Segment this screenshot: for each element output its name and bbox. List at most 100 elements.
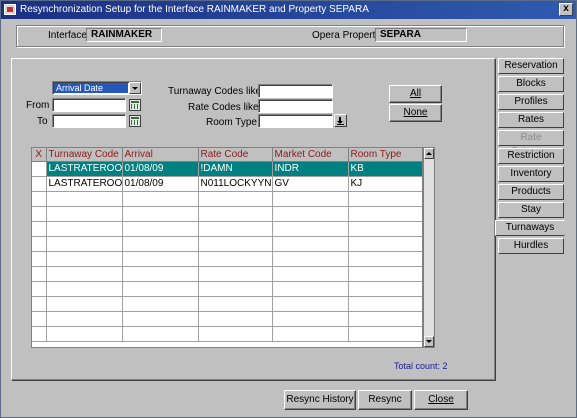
select-cell[interactable] xyxy=(32,236,47,252)
market-code-cell[interactable] xyxy=(272,296,349,312)
select-cell[interactable] xyxy=(32,221,47,237)
table-row[interactable] xyxy=(32,326,422,342)
room-type-cell[interactable] xyxy=(348,296,422,312)
table-row[interactable] xyxy=(32,296,422,312)
select-cell[interactable] xyxy=(32,281,47,297)
tab-inventory[interactable]: Inventory xyxy=(498,166,564,182)
turnaway-code-cell[interactable] xyxy=(46,251,123,267)
select-cell[interactable] xyxy=(32,266,47,282)
market-code-cell[interactable] xyxy=(272,266,349,282)
to-date-input[interactable] xyxy=(52,114,126,128)
grid-scrollbar[interactable] xyxy=(423,147,435,348)
arrival-cell[interactable] xyxy=(122,221,199,237)
market-code-cell[interactable] xyxy=(272,206,349,222)
table-row[interactable] xyxy=(32,206,422,222)
rate-code-cell[interactable] xyxy=(198,326,273,342)
room-type-cell[interactable] xyxy=(348,266,422,282)
arrival-cell[interactable] xyxy=(122,236,199,252)
arrival-cell[interactable] xyxy=(122,296,199,312)
room-type-cell[interactable]: KB xyxy=(348,161,422,177)
market-code-cell[interactable] xyxy=(272,281,349,297)
calendar-icon[interactable] xyxy=(129,99,141,111)
market-code-cell[interactable]: INDR xyxy=(272,161,349,177)
turnaway-code-cell[interactable] xyxy=(46,221,123,237)
turnaway-code-cell[interactable]: LASTRATEROOM xyxy=(46,176,123,192)
turnaway-code-cell[interactable] xyxy=(46,236,123,252)
market-code-cell[interactable]: GV xyxy=(272,176,349,192)
all-button[interactable]: All xyxy=(389,85,442,103)
date-type-select[interactable]: Arrival Date xyxy=(52,81,142,95)
arrival-cell[interactable] xyxy=(122,326,199,342)
room-type-cell[interactable] xyxy=(348,326,422,342)
select-cell[interactable] xyxy=(32,251,47,267)
arrival-cell[interactable] xyxy=(122,311,199,327)
column-header-turnaway-code[interactable]: Turnaway Code xyxy=(46,148,123,162)
rate-code-cell[interactable] xyxy=(198,221,273,237)
room-type-cell[interactable] xyxy=(348,191,422,207)
column-header-market-code[interactable]: Market Code xyxy=(272,148,349,162)
rate-code-cell[interactable] xyxy=(198,281,273,297)
select-cell[interactable] xyxy=(32,311,47,327)
arrival-cell[interactable] xyxy=(122,266,199,282)
tab-hurdles[interactable]: Hurdles xyxy=(498,238,564,254)
table-row[interactable] xyxy=(32,221,422,237)
select-cell[interactable] xyxy=(32,326,47,342)
rate-code-cell[interactable]: !DAMN xyxy=(198,161,273,177)
none-button[interactable]: None xyxy=(389,104,442,122)
room-type-input[interactable] xyxy=(258,114,333,128)
scroll-up-icon[interactable] xyxy=(424,148,434,159)
room-type-cell[interactable]: KJ xyxy=(348,176,422,192)
arrival-cell[interactable] xyxy=(122,206,199,222)
tab-stay[interactable]: Stay xyxy=(498,202,564,218)
room-type-cell[interactable] xyxy=(348,206,422,222)
close-button[interactable]: Close xyxy=(414,390,468,410)
resync-history-button[interactable]: Resync History xyxy=(284,390,356,410)
tab-turnaways[interactable]: Turnaways xyxy=(495,220,565,236)
rate-codes-input[interactable] xyxy=(258,99,333,113)
table-row[interactable]: LASTRATEROOM01/08/09N011LOCKYYNGVKJ xyxy=(32,176,422,192)
select-cell[interactable] xyxy=(32,206,47,222)
rate-code-cell[interactable] xyxy=(198,311,273,327)
chevron-down-icon[interactable] xyxy=(129,82,141,94)
arrival-cell[interactable]: 01/08/09 xyxy=(122,161,199,177)
rate-code-cell[interactable]: N011LOCKYYN xyxy=(198,176,273,192)
tab-products[interactable]: Products xyxy=(498,184,564,200)
arrival-cell[interactable] xyxy=(122,281,199,297)
table-row[interactable] xyxy=(32,281,422,297)
calendar-icon[interactable] xyxy=(129,115,141,127)
room-type-cell[interactable] xyxy=(348,236,422,252)
resync-button[interactable]: Resync xyxy=(358,390,412,410)
arrival-cell[interactable]: 01/08/09 xyxy=(122,176,199,192)
market-code-cell[interactable] xyxy=(272,311,349,327)
turnaway-code-cell[interactable] xyxy=(46,206,123,222)
select-cell[interactable] xyxy=(32,191,47,207)
room-type-cell[interactable] xyxy=(348,251,422,267)
turnaway-code-cell[interactable] xyxy=(46,281,123,297)
room-type-cell[interactable] xyxy=(348,311,422,327)
scroll-down-icon[interactable] xyxy=(424,336,434,347)
column-header-select[interactable]: X xyxy=(32,148,47,162)
rate-code-cell[interactable] xyxy=(198,191,273,207)
turnaway-code-cell[interactable] xyxy=(46,266,123,282)
turnaway-codes-input[interactable] xyxy=(258,84,333,98)
from-date-input[interactable] xyxy=(52,98,126,112)
rate-code-cell[interactable] xyxy=(198,206,273,222)
room-type-cell[interactable] xyxy=(348,281,422,297)
table-row[interactable]: LASTRATEROOM01/08/09!DAMNINDRKB xyxy=(32,161,422,177)
market-code-cell[interactable] xyxy=(272,251,349,267)
rate-code-cell[interactable] xyxy=(198,266,273,282)
tab-restriction[interactable]: Restriction xyxy=(498,148,564,164)
market-code-cell[interactable] xyxy=(272,326,349,342)
arrival-cell[interactable] xyxy=(122,191,199,207)
turnaway-code-cell[interactable] xyxy=(46,326,123,342)
market-code-cell[interactable] xyxy=(272,236,349,252)
turnaway-code-cell[interactable] xyxy=(46,311,123,327)
tab-rates[interactable]: Rates xyxy=(498,112,564,128)
close-icon[interactable]: x xyxy=(559,3,573,16)
table-row[interactable] xyxy=(32,266,422,282)
select-cell[interactable] xyxy=(32,296,47,312)
select-cell[interactable] xyxy=(32,176,47,192)
tab-reservation[interactable]: Reservation xyxy=(498,58,564,74)
market-code-cell[interactable] xyxy=(272,191,349,207)
rate-code-cell[interactable] xyxy=(198,236,273,252)
